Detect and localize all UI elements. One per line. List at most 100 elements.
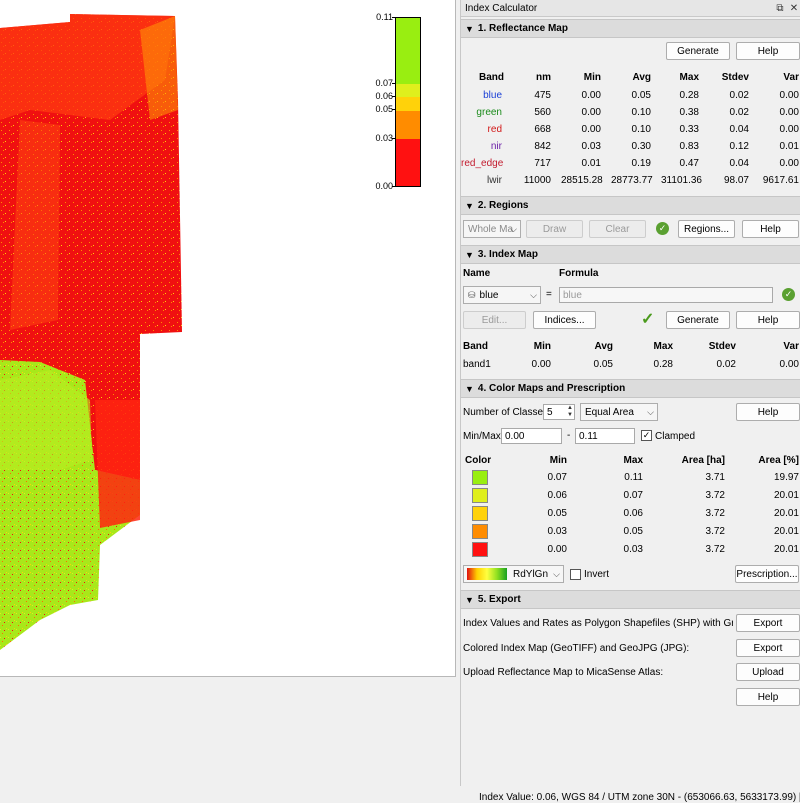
col-header: Band: [479, 72, 504, 83]
band-name-cell: green: [476, 107, 502, 118]
class-min-cell: 0.05: [547, 508, 567, 519]
database-icon: ⛁: [468, 289, 476, 300]
class-max-cell: 0.03: [623, 544, 643, 555]
section-title: 5. Export: [477, 594, 521, 605]
export-shp-label: Index Values and Rates as Polygon Shapef…: [463, 618, 733, 629]
band-stdev-cell: 0.12: [729, 141, 749, 152]
clear-button[interactable]: Clear: [589, 220, 646, 238]
help-button[interactable]: Help: [736, 403, 800, 421]
band-nm-cell: 11000: [523, 175, 551, 186]
num-classes-label: Number of Classes: [463, 407, 549, 418]
legend-band-2: [396, 84, 420, 97]
help-button[interactable]: Help: [736, 688, 800, 706]
range-dash: -: [567, 430, 571, 441]
band-name-cell: red_edge: [461, 158, 504, 169]
band-max-cell: 31101.36: [661, 175, 702, 186]
class-color-swatch[interactable]: [472, 488, 488, 503]
index-stdev-cell: 0.02: [716, 359, 736, 370]
float-icon[interactable]: ⧉: [773, 3, 787, 14]
classification-method-select[interactable]: Equal Area ⌵: [580, 403, 658, 421]
band-var-cell: 0.00: [779, 158, 799, 169]
class-max-cell: 0.07: [623, 490, 643, 501]
collapse-triangle-icon: ▼: [465, 23, 474, 34]
spin-arrows-icon[interactable]: ▲ ▼: [567, 405, 573, 419]
legend-tick-label: 0.05: [375, 104, 393, 114]
col-header: Max: [653, 341, 673, 352]
col-header: Color: [465, 455, 492, 466]
class-ha-cell: 3.72: [705, 508, 725, 519]
chevron-down-icon: ⌵: [647, 406, 654, 417]
col-header: Min: [549, 455, 567, 466]
section-index-map-header[interactable]: ▼ 3. Index Map: [461, 245, 800, 264]
min-input[interactable]: 0.00: [501, 428, 562, 444]
class-ha-cell: 3.71: [705, 472, 725, 483]
panel-titlebar: Index Calculator ⧉ ✕: [461, 0, 800, 17]
section-color-maps-header[interactable]: ▼ 4. Color Maps and Prescription: [461, 379, 800, 398]
legend-band-1: [396, 18, 420, 84]
index-name-value: blue: [479, 289, 499, 301]
class-color-swatch[interactable]: [472, 524, 488, 539]
minmax-label: Min/Max: [463, 431, 501, 442]
regions-button[interactable]: Regions...: [678, 220, 735, 238]
band-max-cell: 0.33: [679, 124, 699, 135]
name-label: Name: [463, 268, 491, 279]
close-icon[interactable]: ✕: [787, 3, 800, 14]
legend-band-4: [396, 111, 420, 139]
class-min-cell: 0.03: [547, 526, 567, 537]
prescription-button[interactable]: Prescription...: [735, 565, 799, 583]
export-geotiff-button[interactable]: Export: [736, 639, 800, 657]
section-title: 4. Color Maps and Prescription: [477, 383, 626, 394]
section-title: 2. Regions: [477, 200, 529, 211]
band-nm-cell: 842: [534, 141, 551, 152]
generate-button[interactable]: Generate: [666, 311, 730, 329]
colormap-value: RdYlGn: [513, 568, 549, 580]
section-reflectance-header[interactable]: ▼ 1. Reflectance Map: [461, 19, 800, 38]
formula-field[interactable]: blue: [559, 287, 773, 303]
draw-button[interactable]: Draw: [526, 220, 583, 238]
col-header: Min: [533, 341, 551, 352]
class-color-swatch[interactable]: [472, 506, 488, 521]
max-input[interactable]: 0.11: [575, 428, 635, 444]
legend-tick: [392, 17, 396, 18]
export-shp-button[interactable]: Export: [736, 614, 800, 632]
section-regions-header[interactable]: ▼ 2. Regions: [461, 196, 800, 215]
help-button[interactable]: Help: [742, 220, 799, 238]
colormap-select[interactable]: RdYlGn ⌵: [463, 565, 564, 583]
band-stdev-cell: 0.04: [729, 158, 749, 169]
indices-button[interactable]: Indices...: [533, 311, 596, 329]
legend-colorbar: [395, 17, 421, 187]
help-button[interactable]: Help: [736, 42, 800, 60]
band-avg-cell: 0.10: [631, 124, 651, 135]
collapse-triangle-icon: ▼: [465, 249, 474, 260]
band-min-cell: 0.00: [581, 107, 601, 118]
equals-sign: =: [546, 289, 552, 300]
invert-checkbox[interactable]: [570, 569, 581, 580]
status-bar: Index Value: 0.06, WGS 84 / UTM zone 30N…: [0, 788, 800, 803]
index-map-raster: [0, 14, 182, 650]
band-var-cell: 9617.61: [762, 175, 799, 186]
band-name-cell: nir: [490, 141, 502, 152]
class-pct-cell: 19.97: [773, 472, 799, 483]
band-min-cell: 0.03: [581, 141, 601, 152]
panel-title: Index Calculator: [465, 2, 538, 14]
method-value: Equal Area: [585, 406, 634, 418]
legend-tick-label: 0.11: [376, 12, 393, 22]
map-canvas[interactable]: 0.11 0.07 0.06 0.05 0.03 0.00: [0, 0, 456, 677]
help-button[interactable]: Help: [736, 311, 800, 329]
band-avg-cell: 0.30: [631, 141, 651, 152]
region-select[interactable]: Whole Ma ⌵: [463, 220, 521, 238]
class-color-swatch[interactable]: [472, 542, 488, 557]
generate-button[interactable]: Generate: [666, 42, 730, 60]
band-name-cell: red: [487, 124, 502, 135]
clamped-checkbox[interactable]: ✓: [641, 430, 652, 441]
chevron-down-icon: ⌵: [553, 568, 560, 579]
edit-button[interactable]: Edit...: [463, 311, 526, 329]
index-name-select[interactable]: ⛁ blue ⌵: [463, 286, 541, 304]
class-color-swatch[interactable]: [472, 470, 488, 485]
upload-button[interactable]: Upload: [736, 663, 800, 681]
col-header: Area [ha]: [681, 455, 725, 466]
section-export-header[interactable]: ▼ 5. Export: [461, 590, 800, 609]
check-circle-icon: ✓: [782, 288, 795, 301]
legend-tick-label: 0.07: [375, 78, 393, 88]
num-classes-spinbox[interactable]: 5 ▲ ▼: [543, 404, 575, 420]
